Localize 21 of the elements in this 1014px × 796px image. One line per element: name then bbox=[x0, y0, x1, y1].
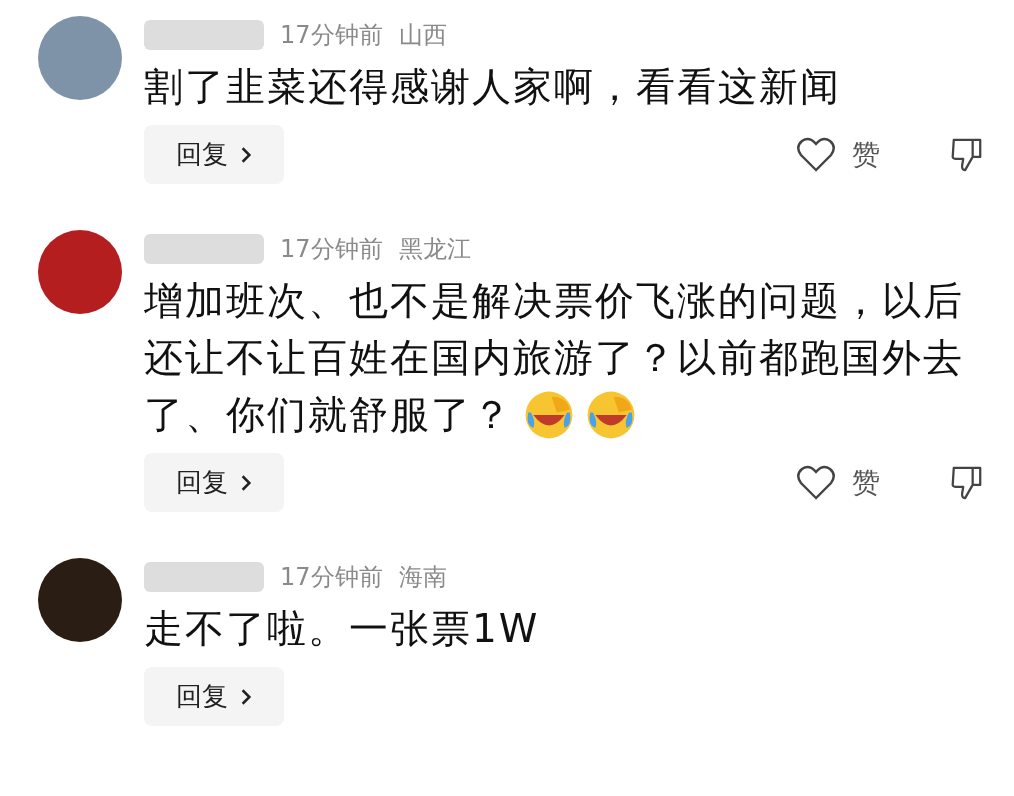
comment-text-line: 割了韭菜还得感谢人家啊，看看这新闻 bbox=[144, 63, 841, 111]
comment-text-line: 还让不让百姓在国内旅游了？以前都跑国外去 bbox=[144, 334, 964, 382]
heart-icon[interactable] bbox=[796, 136, 836, 173]
comment-text-line: 增加班次、也不是解决票价飞涨的问题，以后 bbox=[144, 277, 964, 325]
chevron-right-icon bbox=[240, 145, 252, 164]
comment-time: 17分钟前 bbox=[280, 562, 383, 593]
comment-location: 黑龙江 bbox=[398, 234, 471, 265]
reply-button[interactable]: 回复 bbox=[144, 667, 284, 726]
comment-location: 山西 bbox=[398, 20, 447, 51]
comment-time: 17分钟前 bbox=[280, 234, 383, 265]
chevron-right-icon bbox=[240, 473, 252, 492]
like-label[interactable]: 赞 bbox=[852, 135, 880, 174]
reply-button[interactable]: 回复 bbox=[144, 453, 284, 512]
chevron-right-icon bbox=[240, 687, 252, 706]
comment-text-line: 了、你们就舒服了？ bbox=[144, 391, 513, 439]
heart-icon[interactable] bbox=[796, 464, 836, 501]
comment-location: 海南 bbox=[398, 562, 447, 593]
reply-button[interactable]: 回复 bbox=[144, 125, 284, 184]
like-label[interactable]: 赞 bbox=[852, 463, 880, 502]
comment-time: 17分钟前 bbox=[280, 20, 383, 51]
comment-text-line: 走不了啦。一张票1W bbox=[144, 605, 540, 653]
